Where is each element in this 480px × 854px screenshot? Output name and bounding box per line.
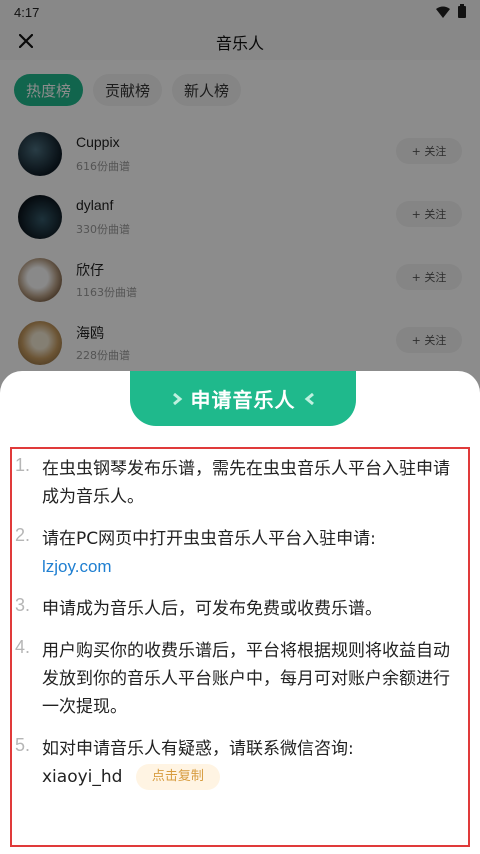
item-number: 5. bbox=[15, 735, 31, 755]
wechat-id: xiaoyi_hd bbox=[42, 767, 123, 787]
sheet-title-badge: 申请音乐人 bbox=[130, 371, 356, 426]
instruction-item: 2. 请在PC网页中打开虫虫音乐人平台入驻申请: lzjoy.com bbox=[12, 525, 468, 581]
item-text-wrap: 如对申请音乐人有疑惑，请联系微信咨询: xiaoyi_hd 点击复制 bbox=[42, 735, 456, 791]
item-text: 用户购买你的收费乐谱后，平台将根据规则将收益自动发放到你的音乐人平台账户中，每月… bbox=[42, 641, 450, 717]
item-text: 请在PC网页中打开虫虫音乐人平台入驻申请: bbox=[42, 529, 376, 549]
apply-musician-sheet: 申请音乐人 1. 在虫虫钢琴发布乐谱，需先在虫虫音乐人平台入驻申请成为音乐人。 … bbox=[0, 371, 480, 854]
item-text: 在虫虫钢琴发布乐谱，需先在虫虫音乐人平台入驻申请成为音乐人。 bbox=[42, 459, 450, 507]
instruction-item: 4. 用户购买你的收费乐谱后，平台将根据规则将收益自动发放到你的音乐人平台账户中… bbox=[12, 637, 468, 721]
chevron-right-icon bbox=[171, 392, 185, 406]
platform-link[interactable]: lzjoy.com bbox=[42, 553, 456, 581]
item-number: 4. bbox=[15, 637, 31, 657]
item-number: 1. bbox=[15, 455, 31, 475]
instruction-item: 5. 如对申请音乐人有疑惑，请联系微信咨询: xiaoyi_hd 点击复制 bbox=[12, 735, 468, 791]
instruction-item: 3. 申请成为音乐人后，可发布免费或收费乐谱。 bbox=[12, 595, 468, 623]
chevron-left-icon bbox=[302, 392, 316, 406]
sheet-title: 申请音乐人 bbox=[190, 388, 296, 412]
item-text-wrap: 请在PC网页中打开虫虫音乐人平台入驻申请: lzjoy.com bbox=[42, 525, 456, 581]
copy-button[interactable]: 点击复制 bbox=[135, 764, 220, 790]
item-number: 2. bbox=[15, 525, 31, 545]
item-text: 申请成为音乐人后，可发布免费或收费乐谱。 bbox=[42, 599, 382, 619]
instruction-item: 1. 在虫虫钢琴发布乐谱，需先在虫虫音乐人平台入驻申请成为音乐人。 bbox=[12, 455, 468, 511]
instructions-box: 1. 在虫虫钢琴发布乐谱，需先在虫虫音乐人平台入驻申请成为音乐人。 2. 请在P… bbox=[10, 447, 470, 847]
wechat-row: xiaoyi_hd 点击复制 bbox=[42, 763, 456, 791]
item-text: 如对申请音乐人有疑惑，请联系微信咨询: bbox=[42, 739, 354, 759]
item-number: 3. bbox=[15, 595, 31, 615]
